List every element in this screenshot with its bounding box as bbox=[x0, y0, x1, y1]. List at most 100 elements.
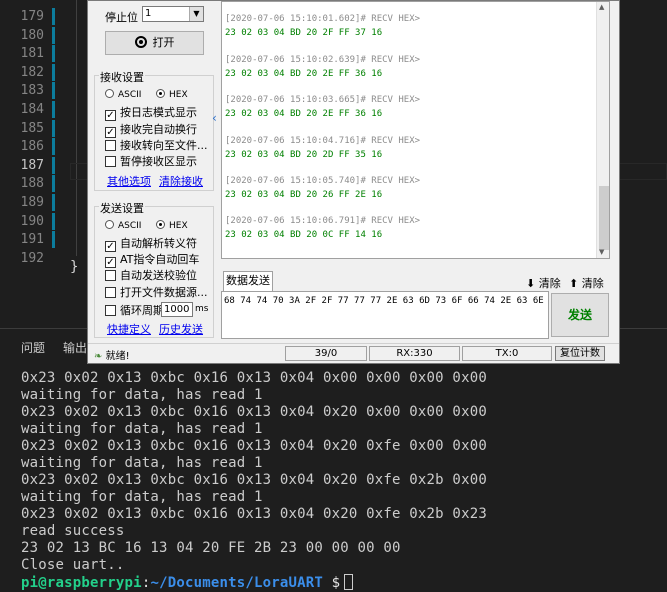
scroll-up-icon[interactable]: ▲ bbox=[599, 3, 604, 11]
receive-data: 23 02 03 04 BD 20 2F FF 37 16 bbox=[225, 28, 383, 38]
receive-timestamp: [2020-07-06 15:10:03.665]# RECV HEX> bbox=[225, 95, 421, 105]
more-options-link[interactable]: 其他选项 bbox=[107, 173, 151, 189]
tab-data-send[interactable]: 数据发送 bbox=[223, 271, 273, 291]
line-number: 189 bbox=[20, 195, 44, 210]
terminal-prompt[interactable]: pi@raspberrypi:~/Documents/LoraUART $ bbox=[21, 574, 354, 591]
line-number: 183 bbox=[20, 83, 44, 99]
at-auto-return-checkbox[interactable]: ✓ AT指令自动回车 bbox=[105, 251, 199, 268]
clear-up-arrow-icon: ⬆ bbox=[569, 277, 579, 290]
send-button[interactable]: 发送 bbox=[551, 293, 609, 337]
modified-line-marker bbox=[52, 175, 55, 193]
tab-problems[interactable]: 问题 bbox=[21, 339, 45, 356]
prompt-user: pi@raspberrypi bbox=[21, 575, 142, 591]
reset-count-button[interactable]: 复位计数 bbox=[555, 346, 605, 361]
tab-output[interactable]: 输出 bbox=[63, 339, 87, 356]
open-port-button[interactable]: 打开 bbox=[105, 31, 204, 55]
send-ascii-radio[interactable]: ASCII bbox=[105, 220, 141, 231]
line-number: 192 bbox=[20, 250, 44, 266]
pause-display-checkbox[interactable]: 暂停接收区显示 bbox=[105, 153, 197, 169]
send-input[interactable]: 68 74 74 70 3A 2F 2F 77 77 77 2E 63 6D 7… bbox=[221, 291, 549, 339]
radio-icon bbox=[105, 220, 114, 229]
receive-data: 23 02 03 04 BD 20 26 FF 2E 16 bbox=[225, 190, 383, 200]
auto-newline-checkbox[interactable]: ✓ 接收完自动换行 bbox=[105, 121, 197, 138]
receive-scrollbar[interactable]: ▲ ▼ bbox=[596, 2, 609, 258]
receive-timestamp: [2020-07-06 15:10:04.716]# RECV HEX> bbox=[225, 136, 421, 146]
line-number: 182 bbox=[20, 64, 44, 80]
cycle-period-input[interactable]: 1000 bbox=[161, 302, 193, 317]
clear-send-button[interactable]: ⬇ 清除 bbox=[526, 275, 561, 291]
line-number: 187 bbox=[20, 157, 44, 173]
log-mode-label: 按日志模式显示 bbox=[120, 106, 197, 119]
terminal-line: Close uart.. bbox=[21, 557, 125, 573]
file-source-label: 打开文件数据源... bbox=[120, 286, 208, 299]
open-button-label: 打开 bbox=[152, 36, 175, 49]
auto-checksum-checkbox[interactable]: 自动发送校验位 bbox=[105, 267, 197, 283]
auto-escape-checkbox[interactable]: ✓ 自动解析转义符 bbox=[105, 235, 197, 252]
terminal[interactable]: 0x23 0x02 0x13 0xbc 0x16 0x13 0x04 0x00 … bbox=[0, 366, 667, 592]
hex-label: HEX bbox=[169, 221, 188, 231]
modified-line-marker bbox=[52, 82, 55, 100]
receive-settings-title: 接收设置 bbox=[99, 69, 145, 85]
receive-timestamp: [2020-07-06 15:10:02.639]# RECV HEX> bbox=[225, 55, 421, 65]
status-ready: ❧ 就绪! bbox=[94, 347, 130, 362]
hex-label: HEX bbox=[169, 90, 188, 100]
indent-guide bbox=[76, 0, 77, 256]
send-hex-radio[interactable]: HEX bbox=[156, 220, 188, 231]
receive-timestamp: [2020-07-06 15:10:06.791]# RECV HEX> bbox=[225, 216, 421, 226]
radio-icon bbox=[105, 89, 114, 98]
leaf-icon: ❧ bbox=[94, 351, 103, 362]
modified-line-marker bbox=[52, 8, 55, 25]
at-auto-return-label: AT指令自动回车 bbox=[120, 253, 200, 266]
status-rx: RX:330 bbox=[369, 346, 460, 361]
receive-data: 23 02 03 04 BD 20 2E FF 36 16 bbox=[225, 69, 383, 79]
modified-line-marker bbox=[52, 156, 55, 174]
line-number: 185 bbox=[20, 120, 44, 136]
line-number: 190 bbox=[20, 213, 44, 229]
file-source-checkbox[interactable]: 打开文件数据源... bbox=[105, 284, 208, 300]
clear-all-label: 清除 bbox=[581, 277, 604, 290]
clear-receive-link[interactable]: 清除接收 bbox=[159, 173, 203, 189]
checkbox-checked-icon: ✓ bbox=[105, 110, 116, 121]
stop-bit-label: 停止位 bbox=[105, 11, 138, 24]
status-ready-text: 就绪! bbox=[105, 351, 130, 362]
stop-bit-value: 1 bbox=[145, 8, 152, 19]
collapse-pane-icon[interactable]: ‹ bbox=[212, 111, 220, 139]
clear-all-button[interactable]: ⬆ 清除 bbox=[569, 275, 604, 291]
terminal-line: 0x23 0x02 0x13 0xbc 0x16 0x13 0x04 0x20 … bbox=[21, 506, 487, 522]
receive-ascii-radio[interactable]: ASCII bbox=[105, 89, 141, 100]
terminal-line: 0x23 0x02 0x13 0xbc 0x16 0x13 0x04 0x20 … bbox=[21, 438, 487, 454]
pause-display-label: 暂停接收区显示 bbox=[120, 155, 197, 168]
terminal-line: 0x23 0x02 0x13 0xbc 0x16 0x13 0x04 0x00 … bbox=[21, 370, 487, 386]
receive-to-file-label: 接收转向至文件... bbox=[120, 139, 208, 152]
cycle-unit-label: ms bbox=[195, 304, 209, 314]
terminal-line: read success bbox=[21, 523, 125, 539]
cycle-period-checkbox[interactable]: 循环周期 bbox=[105, 302, 164, 318]
line-number: 180 bbox=[20, 27, 44, 43]
receive-to-file-checkbox[interactable]: 接收转向至文件... bbox=[105, 137, 208, 153]
checkbox-icon bbox=[105, 156, 116, 167]
checkbox-icon bbox=[105, 140, 116, 151]
stop-bit-select[interactable]: 1 ▼ bbox=[142, 6, 204, 22]
modified-line-marker bbox=[52, 101, 55, 118]
terminal-line: 0x23 0x02 0x13 0xbc 0x16 0x13 0x04 0x20 … bbox=[21, 472, 487, 488]
auto-checksum-label: 自动发送校验位 bbox=[120, 269, 197, 282]
clear-send-label: 清除 bbox=[538, 277, 561, 290]
terminal-line: waiting for data, has read 1 bbox=[21, 421, 263, 437]
modified-line-marker bbox=[52, 63, 55, 81]
send-history-link[interactable]: 历史发送 bbox=[159, 321, 203, 337]
shortcut-define-link[interactable]: 快捷定义 bbox=[107, 321, 151, 337]
ascii-label: ASCII bbox=[118, 221, 142, 231]
receive-data: 23 02 03 04 BD 20 2D FF 35 16 bbox=[225, 150, 383, 160]
scroll-thumb[interactable] bbox=[599, 186, 609, 250]
terminal-line: 0x23 0x02 0x13 0xbc 0x16 0x13 0x04 0x20 … bbox=[21, 404, 487, 420]
modified-line-marker bbox=[52, 138, 55, 156]
record-icon bbox=[134, 36, 147, 48]
terminal-line: waiting for data, has read 1 bbox=[21, 455, 263, 471]
scroll-down-icon[interactable]: ▼ bbox=[599, 248, 604, 256]
log-mode-checkbox[interactable]: ✓ 按日志模式显示 bbox=[105, 104, 197, 121]
receive-hex-radio[interactable]: HEX bbox=[156, 89, 188, 100]
receive-log[interactable]: [2020-07-06 15:10:01.602]# RECV HEX> 23 … bbox=[221, 1, 610, 259]
ascii-label: ASCII bbox=[118, 90, 142, 100]
modified-line-marker bbox=[52, 119, 55, 137]
modified-line-marker bbox=[52, 212, 55, 230]
